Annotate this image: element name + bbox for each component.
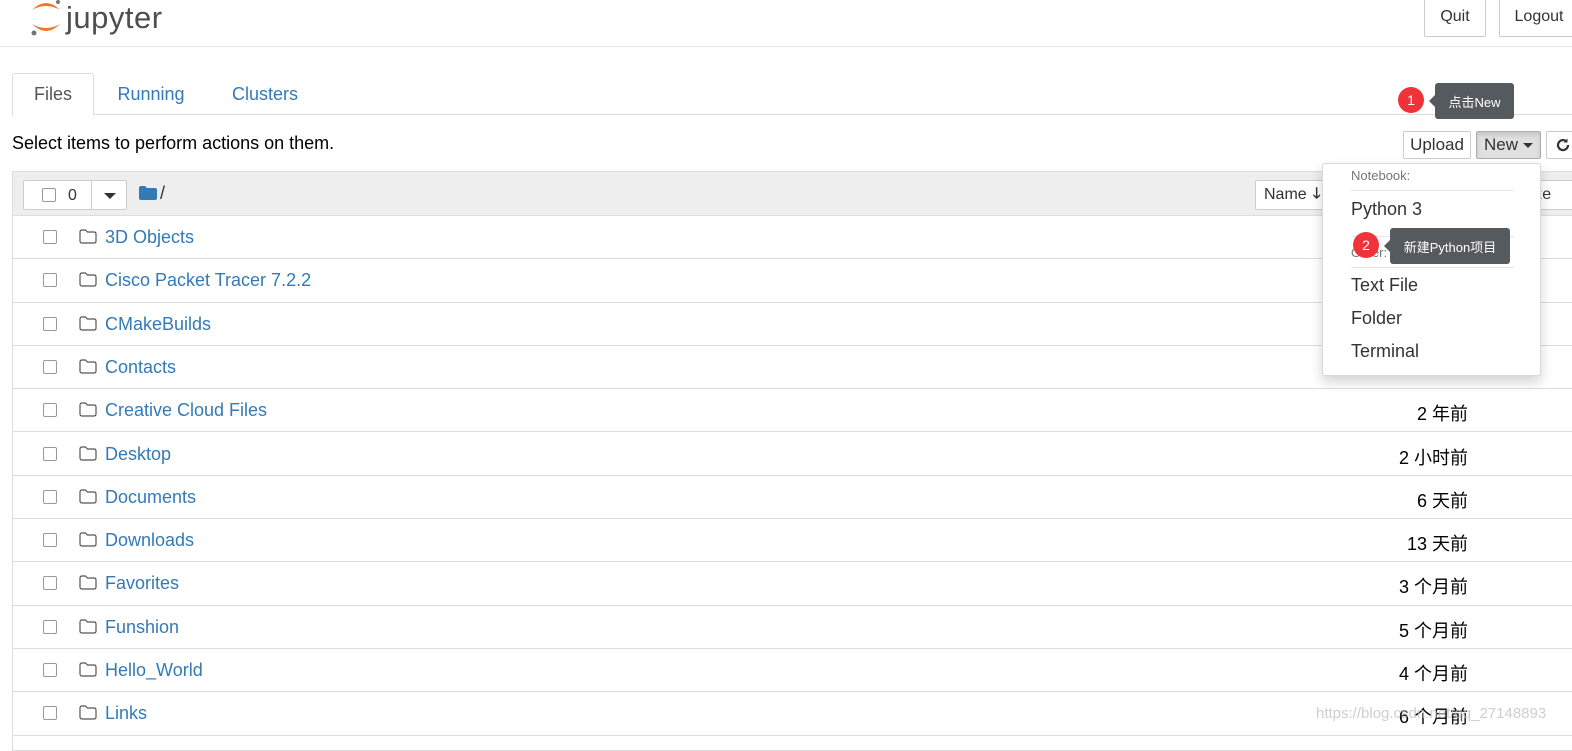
file-name-link[interactable]: Favorites bbox=[105, 573, 179, 594]
selection-hint: Select items to perform actions on them. bbox=[12, 133, 335, 153]
selected-count: 0 bbox=[68, 187, 77, 204]
file-row[interactable]: Favorites 3 个月前 bbox=[13, 562, 1572, 606]
folder-icon bbox=[79, 619, 97, 634]
folder-icon bbox=[79, 272, 97, 287]
file-modified-time: 13 天前 bbox=[1406, 534, 1468, 555]
file-row[interactable]: Documents 6 天前 bbox=[13, 476, 1572, 520]
folder-icon bbox=[79, 532, 97, 547]
file-name-link[interactable]: Funshion bbox=[105, 617, 179, 638]
file-name-link[interactable]: CMakeBuilds bbox=[105, 314, 211, 335]
file-name-link[interactable]: Creative Cloud Files bbox=[105, 400, 267, 421]
menu-item-python3[interactable]: Python 3 bbox=[1351, 199, 1422, 220]
folder-icon bbox=[79, 705, 97, 720]
caret-down-icon bbox=[1523, 142, 1533, 148]
file-row[interactable]: Downloads 13 天前 bbox=[13, 519, 1572, 563]
step2-tooltip: 新建Python项目 bbox=[1384, 228, 1510, 264]
folder-icon bbox=[79, 662, 97, 677]
file-row[interactable]: Creative Cloud Files 2 年前 bbox=[13, 389, 1572, 433]
jupyter-logo-icon bbox=[31, 0, 60, 36]
refresh-button[interactable] bbox=[1546, 131, 1572, 159]
row-checkbox[interactable] bbox=[43, 446, 57, 461]
tab-clusters[interactable]: Clusters bbox=[217, 73, 313, 115]
logout-button[interactable]: Logout bbox=[1499, 0, 1572, 37]
row-checkbox[interactable] bbox=[43, 359, 57, 374]
file-row[interactable]: Desktop 2 小时前 bbox=[13, 433, 1572, 476]
row-checkbox[interactable] bbox=[43, 273, 57, 288]
step1-badge: 1 bbox=[1398, 87, 1424, 113]
file-name-link[interactable]: Desktop bbox=[105, 444, 171, 465]
folder-icon bbox=[79, 229, 97, 244]
watermark: https://blog.csdn.net/qq_27148893 bbox=[1316, 705, 1547, 722]
upload-button[interactable]: Upload bbox=[1403, 131, 1471, 159]
arrow-down-icon: 🡓 bbox=[1312, 184, 1321, 202]
select-all-control[interactable]: 0 bbox=[23, 180, 127, 210]
logo-text: jupyter bbox=[66, 0, 163, 35]
file-modified-time: 4 个月前 bbox=[1398, 664, 1468, 684]
file-name-link[interactable]: Hello_World bbox=[105, 660, 203, 681]
quit-button[interactable]: Quit bbox=[1424, 0, 1486, 37]
row-checkbox[interactable] bbox=[43, 706, 57, 721]
notebook-header: Notebook: bbox=[1351, 168, 1411, 183]
file-name-link[interactable]: Documents bbox=[105, 487, 196, 508]
folder-icon bbox=[79, 315, 97, 331]
row-checkbox[interactable] bbox=[43, 533, 57, 548]
file-row[interactable]: Hello_World 4 个月前 bbox=[13, 649, 1572, 693]
folder-icon bbox=[79, 489, 97, 504]
sort-name-label: Name bbox=[1264, 186, 1307, 203]
file-name-link[interactable]: Cisco Packet Tracer 7.2.2 bbox=[105, 270, 311, 291]
menu-divider bbox=[1351, 267, 1514, 268]
jupyter-logo[interactable]: jupyter bbox=[28, 0, 163, 38]
menu-item-folder[interactable]: Folder bbox=[1351, 308, 1402, 329]
refresh-icon bbox=[1556, 138, 1570, 152]
row-checkbox[interactable] bbox=[43, 576, 57, 591]
folder-home-icon[interactable] bbox=[139, 186, 157, 200]
top-header: jupyter Quit Logout bbox=[0, 0, 1572, 47]
breadcrumb-path[interactable]: / bbox=[160, 183, 165, 204]
menu-item-terminal[interactable]: Terminal bbox=[1351, 341, 1419, 362]
file-row[interactable]: Funshion 5 个月前 bbox=[13, 606, 1572, 649]
file-name-link[interactable]: Links bbox=[105, 703, 147, 724]
step2-badge: 2 bbox=[1353, 232, 1379, 258]
folder-icon bbox=[79, 575, 97, 590]
row-checkbox[interactable] bbox=[43, 489, 57, 504]
new-button-label: New bbox=[1483, 135, 1518, 154]
select-menu-caret-icon[interactable] bbox=[104, 193, 116, 199]
step1-tooltip: 点击New bbox=[1429, 83, 1514, 119]
new-dropdown-menu: Notebook: Python 3 Other: Text File Fold… bbox=[1322, 163, 1541, 376]
file-modified-time: 5 个月前 bbox=[1398, 620, 1468, 641]
row-checkbox[interactable] bbox=[43, 316, 57, 331]
folder-icon bbox=[79, 402, 97, 417]
file-name-link[interactable]: Downloads bbox=[105, 530, 194, 551]
row-checkbox[interactable] bbox=[43, 663, 57, 677]
row-checkbox[interactable] bbox=[43, 403, 57, 418]
row-checkbox[interactable] bbox=[43, 619, 57, 634]
folder-icon bbox=[79, 445, 97, 461]
folder-icon bbox=[79, 359, 97, 374]
tab-files[interactable]: Files bbox=[12, 73, 94, 116]
new-button[interactable]: New bbox=[1476, 131, 1541, 159]
select-all-checkbox[interactable] bbox=[42, 188, 56, 202]
row-checkbox[interactable] bbox=[43, 230, 57, 244]
menu-divider bbox=[1351, 190, 1514, 191]
menu-item-text-file[interactable]: Text File bbox=[1351, 275, 1418, 296]
tab-running[interactable]: Running bbox=[108, 73, 194, 115]
file-name-link[interactable]: 3D Objects bbox=[105, 227, 194, 248]
file-name-link[interactable]: Contacts bbox=[105, 357, 176, 378]
file-modified-time: 2 年前 bbox=[1416, 404, 1468, 425]
divider bbox=[91, 181, 92, 209]
file-modified-time: 2 小时前 bbox=[1398, 447, 1468, 468]
file-modified-time: 6 天前 bbox=[1416, 490, 1468, 511]
tab-bar: Files Running Clusters bbox=[12, 73, 1572, 116]
file-modified-time: 3 个月前 bbox=[1398, 577, 1468, 598]
